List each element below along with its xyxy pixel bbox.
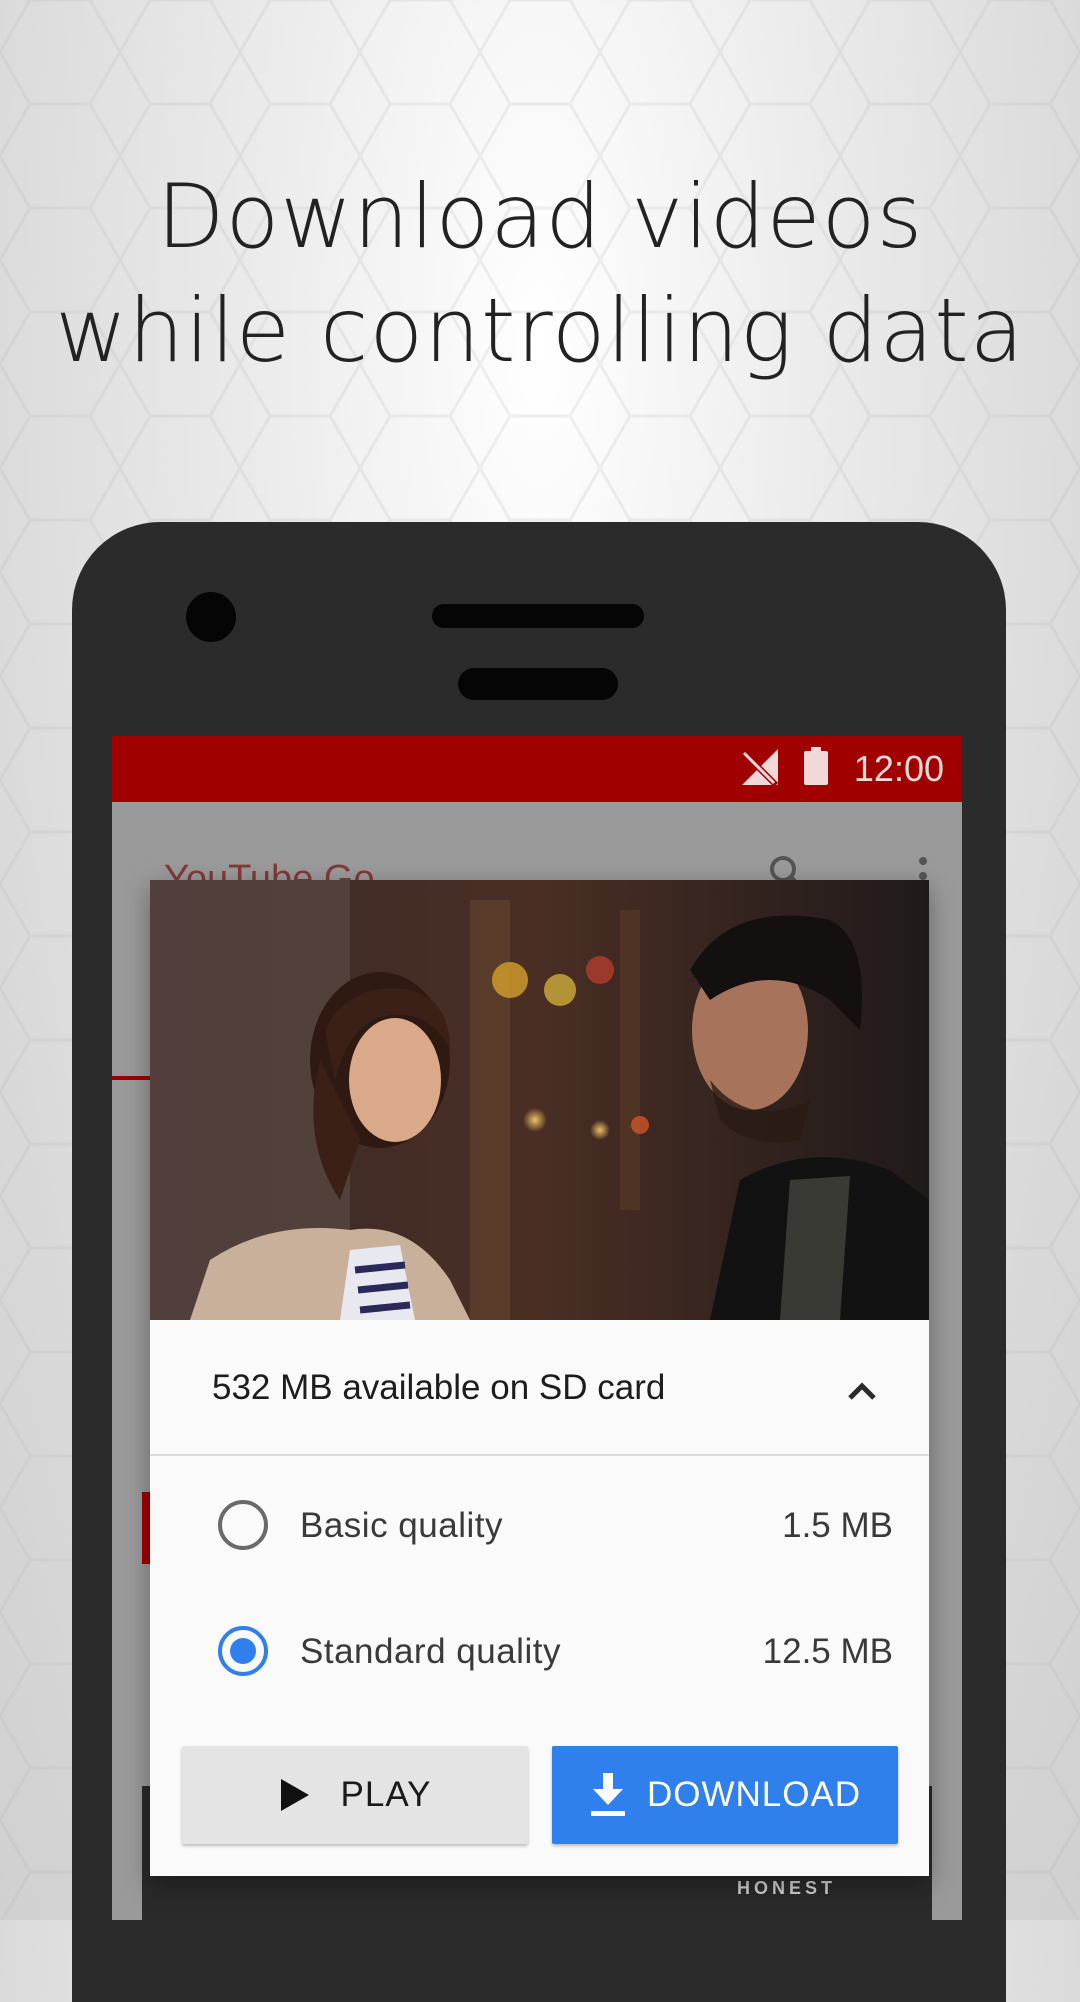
play-button[interactable]: PLAY: [182, 1746, 528, 1844]
tab-indicator: [112, 1076, 150, 1080]
headline: Download videos while controlling data: [0, 160, 1080, 388]
quality-option-size: 1.5 MB: [782, 1506, 893, 1545]
video-thumbnail: [150, 880, 929, 1320]
status-time: 12:00: [853, 748, 944, 789]
play-button-label: PLAY: [340, 1775, 432, 1814]
download-button[interactable]: DOWNLOAD: [552, 1746, 898, 1844]
radio-unselected-icon[interactable]: [216, 1498, 270, 1552]
status-bar: 12:00: [112, 736, 962, 802]
battery-icon: [803, 746, 828, 792]
quality-option-size: 12.5 MB: [762, 1632, 893, 1671]
quality-option-basic[interactable]: Basic quality 1.5 MB: [150, 1466, 929, 1586]
chevron-up-icon[interactable]: [842, 1370, 882, 1410]
thumbnail-caption: HONEST: [737, 1878, 837, 1898]
front-camera: [186, 592, 236, 642]
storage-info-row[interactable]: 532 MB available on SD card: [150, 1320, 929, 1456]
download-icon: [589, 1773, 627, 1817]
headline-line-2: while controlling data: [55, 279, 1025, 382]
download-dialog: 532 MB available on SD card Basic qualit…: [150, 880, 929, 1876]
earpiece-speaker: [432, 604, 644, 628]
download-button-label: DOWNLOAD: [646, 1775, 862, 1814]
radio-selected-icon[interactable]: [216, 1624, 270, 1678]
play-icon: [279, 1777, 311, 1813]
quality-option-label: Standard quality: [300, 1632, 561, 1671]
headline-line-1: Download videos: [156, 165, 924, 268]
storage-available-text: 532 MB available on SD card: [212, 1368, 666, 1407]
signal-off-icon: [740, 747, 780, 792]
quality-option-standard[interactable]: Standard quality 12.5 MB: [150, 1592, 929, 1712]
quality-option-label: Basic quality: [300, 1506, 503, 1545]
sensor-slot: [458, 668, 618, 700]
